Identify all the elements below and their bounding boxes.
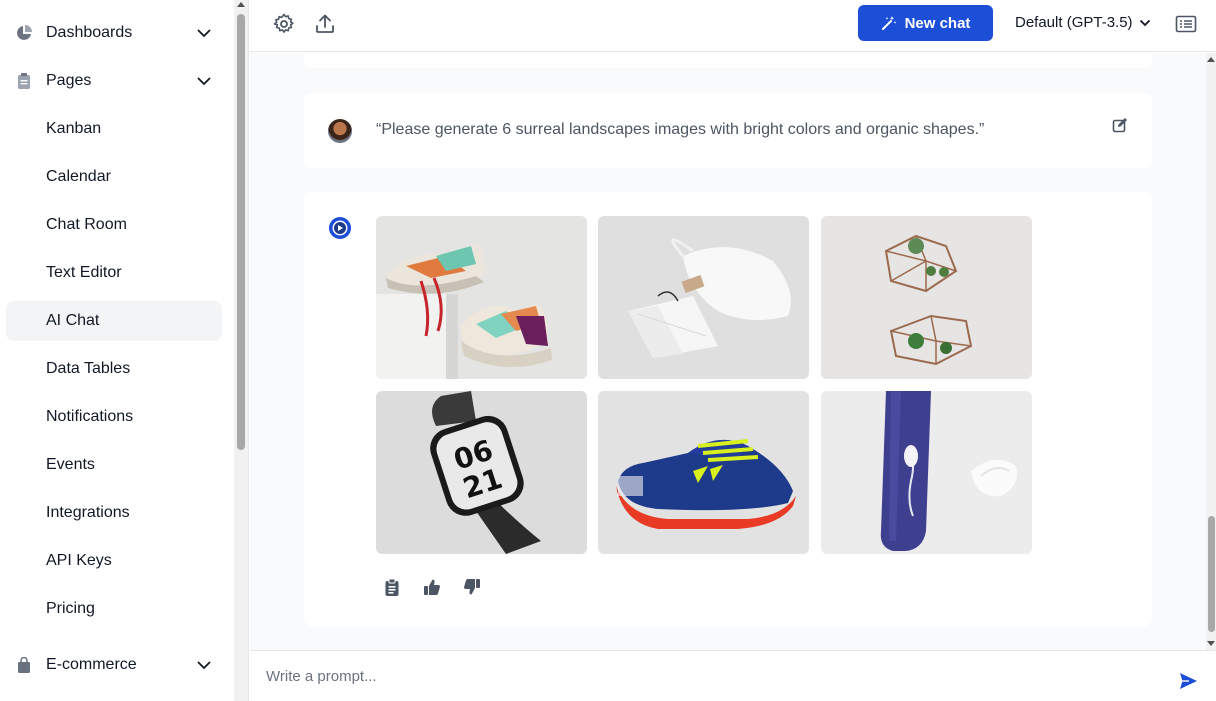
ai-response-card: 06 21 <box>304 192 1152 626</box>
prompt-input[interactable] <box>250 651 1160 701</box>
thumbs-down-icon[interactable] <box>463 578 481 596</box>
sidebar-item-pages[interactable]: Pages <box>6 61 222 101</box>
sidebar-item-calendar[interactable]: Calendar <box>6 157 222 197</box>
sidebar-scrollbar-thumb[interactable] <box>237 14 245 450</box>
sidebar-item-label: Integrations <box>46 504 130 521</box>
sidebar-item-label: API Keys <box>46 552 112 569</box>
scroll-up-arrow-icon[interactable] <box>237 2 245 7</box>
chat-area: “Please generate 6 surreal landscapes im… <box>250 53 1206 650</box>
shopping-bag-icon <box>18 657 30 673</box>
ai-bot-icon <box>329 217 351 239</box>
sidebar-item-kanban[interactable]: Kanban <box>6 109 222 149</box>
magic-wand-icon <box>881 16 896 30</box>
cream-tube-image <box>821 391 1032 554</box>
sidebar-item-notifications[interactable]: Notifications <box>6 397 222 437</box>
generated-image-cream-tube[interactable] <box>821 391 1032 554</box>
new-chat-button[interactable]: New chat <box>858 5 993 41</box>
sidebar-item-data-tables[interactable]: Data Tables <box>6 349 222 389</box>
sidebar-item-label: Text Editor <box>46 264 122 281</box>
model-select[interactable]: Default (GPT-3.5) <box>1015 14 1151 31</box>
sidebar-item-label: Calendar <box>46 168 111 185</box>
prompt-bar <box>250 650 1216 701</box>
chevron-down-icon <box>1139 19 1150 26</box>
user-message-card: “Please generate 6 surreal landscapes im… <box>304 93 1152 168</box>
avatar <box>328 119 352 143</box>
chevron-down-icon <box>197 77 211 86</box>
football-boot-image <box>598 391 809 554</box>
gear-icon[interactable] <box>272 12 296 36</box>
generated-image-football-boot[interactable] <box>598 391 809 554</box>
sidebar-item-text-editor[interactable]: Text Editor <box>6 253 222 293</box>
sidebar-item-api-keys[interactable]: API Keys <box>6 541 222 581</box>
chevron-down-icon <box>197 29 211 38</box>
sidebar: Dashboards Pages Kanban Calendar Chat Ro… <box>0 0 234 701</box>
chevron-down-icon <box>197 661 211 670</box>
sidebar-item-label: E-commerce <box>46 656 137 673</box>
pie-chart-icon <box>17 25 32 40</box>
sidebar-item-dashboards[interactable]: Dashboards <box>6 13 222 53</box>
previous-message-card <box>304 53 1152 68</box>
sidebar-item-events[interactable]: Events <box>6 445 222 485</box>
sidebar-item-e-commerce[interactable]: E-commerce <box>6 645 222 685</box>
pouch-image <box>598 216 809 379</box>
thumbs-up-icon[interactable] <box>423 578 441 596</box>
top-header: New chat Default (GPT-3.5) <box>250 0 1216 52</box>
generated-image-terrariums[interactable] <box>821 216 1032 379</box>
list-view-icon[interactable] <box>1174 12 1198 36</box>
chat-scrollbar[interactable] <box>1206 53 1216 650</box>
sneakers-image <box>376 216 587 379</box>
sidebar-item-label: Pages <box>46 72 92 89</box>
sidebar-item-label: Data Tables <box>46 360 131 377</box>
clipboard-icon[interactable] <box>383 578 401 596</box>
send-icon[interactable] <box>1178 671 1198 691</box>
sidebar-scrollbar[interactable] <box>234 0 249 701</box>
sidebar-item-label: Pricing <box>46 600 95 617</box>
sidebar-item-pricing[interactable]: Pricing <box>6 589 222 629</box>
upload-icon[interactable] <box>313 12 337 36</box>
sidebar-item-ai-chat[interactable]: AI Chat <box>6 301 222 341</box>
new-chat-label: New chat <box>904 14 971 32</box>
sidebar-item-label: Notifications <box>46 408 134 425</box>
edit-icon[interactable] <box>1112 117 1128 133</box>
scroll-up-arrow-icon[interactable] <box>1207 57 1215 62</box>
sidebar-item-label: Kanban <box>46 120 102 137</box>
sidebar-item-label: Events <box>46 456 95 473</box>
sidebar-item-integrations[interactable]: Integrations <box>6 493 222 533</box>
sidebar-item-chat-room[interactable]: Chat Room <box>6 205 222 245</box>
user-prompt-text: “Please generate 6 surreal landscapes im… <box>376 121 985 138</box>
scroll-down-arrow-icon[interactable] <box>1207 641 1215 646</box>
smartwatch-image: 06 21 <box>376 391 587 554</box>
model-select-label: Default (GPT-3.5) <box>1015 14 1133 31</box>
document-icon <box>18 73 30 89</box>
sidebar-item-label: Chat Room <box>46 216 127 233</box>
generated-image-smartwatch[interactable]: 06 21 <box>376 391 587 554</box>
chat-scrollbar-thumb[interactable] <box>1208 516 1215 632</box>
sidebar-item-label: Dashboards <box>46 24 133 41</box>
generated-image-sneakers[interactable] <box>376 216 587 379</box>
generated-image-pouch[interactable] <box>598 216 809 379</box>
terrariums-image <box>821 216 1032 379</box>
sidebar-item-label: AI Chat <box>46 312 100 329</box>
